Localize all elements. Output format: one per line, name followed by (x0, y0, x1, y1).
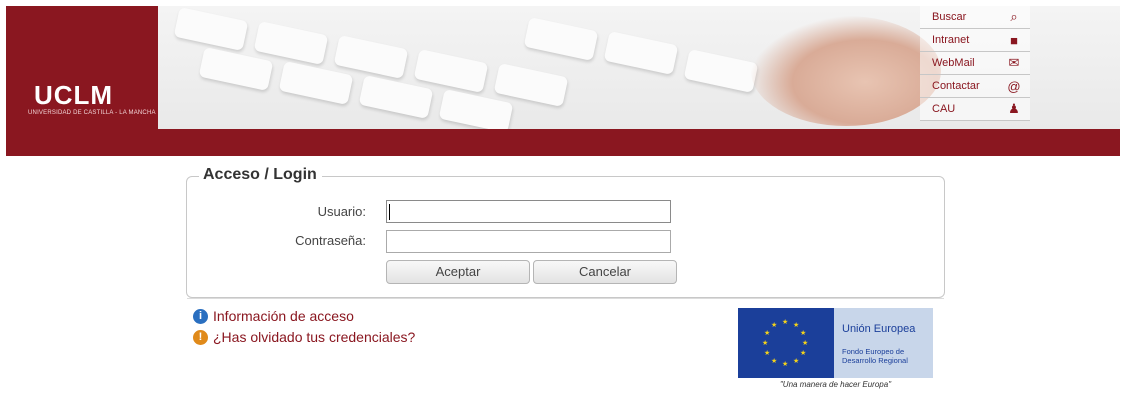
contact-icon: @ (1007, 78, 1021, 94)
quicklink-label: Contactar (932, 80, 980, 92)
search-icon: ⌕ (1010, 9, 1018, 24)
password-input[interactable] (386, 230, 671, 253)
username-label: Usuario: (317, 204, 366, 219)
eu-motto: "Una manera de hacer Europa" (779, 380, 892, 389)
forgot-link-text: ¿Has olvidado tus credenciales? (213, 329, 416, 345)
quicklink-cau[interactable]: CAU ♟ (920, 98, 1030, 121)
info-icon: i (193, 308, 208, 324)
eu-fund: Fondo Europeo de Desarrollo Regional (842, 347, 908, 365)
mail-icon: ✉ (1008, 55, 1020, 70)
uclm-logo[interactable]: UCLM UNIVERSIDAD DE CASTILLA - LA MANCHA (6, 6, 158, 129)
support-icon: ♟ (1008, 101, 1020, 116)
divider (187, 298, 944, 299)
forgot-credentials-link[interactable]: ! ¿Has olvidado tus credenciales? (193, 329, 415, 345)
header-red-bar (6, 129, 1120, 156)
eu-flag-icon: ★ ★ ★ ★ ★ ★ ★ ★ ★ ★ ★ ★ (738, 308, 834, 378)
quicklink-label: WebMail (932, 57, 975, 69)
logo-subtitle: UNIVERSIDAD DE CASTILLA - LA MANCHA (28, 110, 156, 116)
quicklink-buscar[interactable]: Buscar ⌕ (920, 6, 1030, 29)
hand-image (751, 16, 941, 126)
briefcase-icon: ■ (1010, 32, 1018, 48)
info-link[interactable]: i Información de acceso (193, 308, 354, 324)
eu-title: Unión Europea (842, 323, 916, 335)
username-input[interactable] (386, 200, 671, 223)
quicklink-webmail[interactable]: WebMail ✉ (920, 52, 1030, 75)
password-label: Contraseña: (295, 233, 366, 248)
info-link-text: Información de acceso (213, 308, 354, 324)
quicklink-label: CAU (932, 103, 956, 115)
quicklinks: Buscar ⌕ Intranet ■ WebMail ✉ Contactar … (920, 6, 1030, 121)
quicklink-intranet[interactable]: Intranet ■ (920, 29, 1030, 52)
warning-icon: ! (193, 329, 208, 345)
page: UCLM UNIVERSIDAD DE CASTILLA - LA MANCHA… (0, 0, 1124, 401)
logo-text: UCLM (34, 80, 114, 110)
quicklink-label: Intranet (932, 34, 970, 46)
login-legend: Acceso / Login (199, 166, 322, 184)
text-caret (389, 204, 390, 220)
eu-funding-logo: ★ ★ ★ ★ ★ ★ ★ ★ ★ ★ ★ ★ Unión Europea Fo… (738, 308, 933, 378)
quicklink-label: Buscar (932, 11, 967, 23)
quicklink-contactar[interactable]: Contactar @ (920, 75, 1030, 98)
cancel-button[interactable]: Cancelar (533, 260, 677, 284)
accept-button[interactable]: Aceptar (386, 260, 530, 284)
